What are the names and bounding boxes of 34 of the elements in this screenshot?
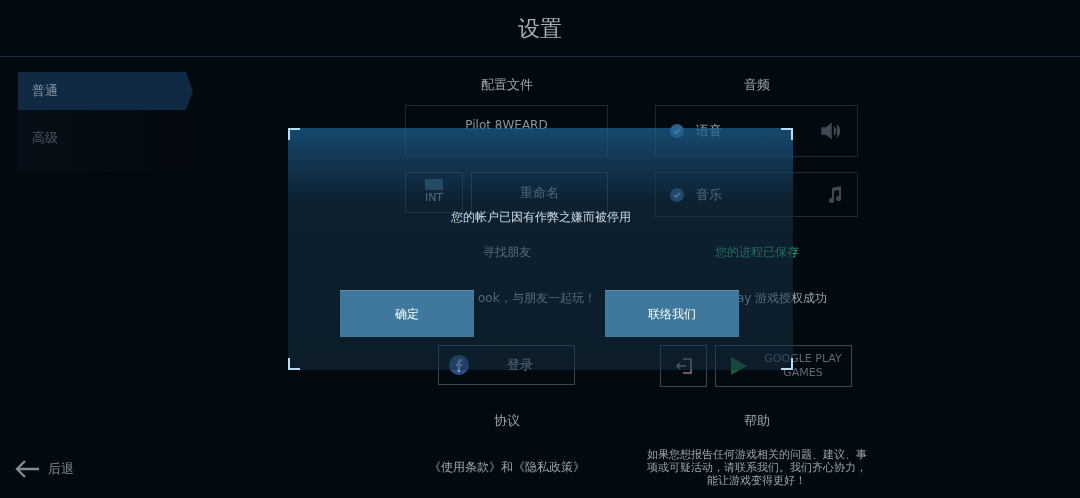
google-play-button[interactable]: GOOGLE PLAY GAMES — [715, 345, 852, 387]
back-button[interactable]: 后退 — [14, 459, 74, 479]
check-icon[interactable] — [670, 124, 684, 138]
dialog-button[interactable]: 确定 — [340, 290, 474, 337]
corner-bracket — [781, 128, 793, 140]
corner-bracket — [288, 128, 300, 140]
find-friends-label: 寻找朋友 — [482, 244, 531, 261]
section-heading: 帮助 — [743, 412, 770, 430]
audio-option-row[interactable]: 语音 — [655, 105, 858, 157]
sign-out-button[interactable] — [660, 345, 707, 387]
sidebar-tab[interactable]: 高级 — [18, 119, 190, 157]
back-arrow-icon — [14, 459, 40, 479]
sidebar-tab[interactable]: 普通 — [18, 72, 193, 110]
facebook-icon — [449, 355, 469, 375]
login-button[interactable]: 登录 — [438, 345, 575, 385]
dialog-button[interactable]: 联络我们 — [605, 290, 739, 337]
sign-out-icon — [674, 357, 693, 375]
section-heading: 配置文件 — [480, 76, 533, 94]
page-title: 设置 — [518, 14, 562, 43]
terms-privacy-link[interactable]: 《使用条款》和《隐私政策》 — [428, 458, 585, 478]
play-icon — [730, 356, 748, 376]
section-heading: 协议 — [493, 412, 520, 430]
progress-saved-text: 您的进程已保存 — [714, 244, 799, 261]
corner-bracket — [288, 358, 300, 370]
music-note-icon — [827, 184, 843, 205]
facebook-hint: ook，与朋友一起玩！ — [477, 290, 596, 307]
audio-option-label: 音乐 — [696, 185, 722, 204]
help-text: 如果您想报告任何游戏相关的问题、建议、事项或可疑活动，请联系我们。我们齐心协力，能让游戏变得更好！ — [645, 448, 868, 487]
audio-option-label: 语音 — [696, 122, 722, 141]
speaker-icon — [821, 122, 843, 140]
section-heading: 音频 — [743, 76, 770, 94]
audio-option-row[interactable]: 音乐 — [655, 172, 858, 217]
flag-icon — [425, 178, 443, 190]
check-icon[interactable] — [670, 187, 684, 202]
